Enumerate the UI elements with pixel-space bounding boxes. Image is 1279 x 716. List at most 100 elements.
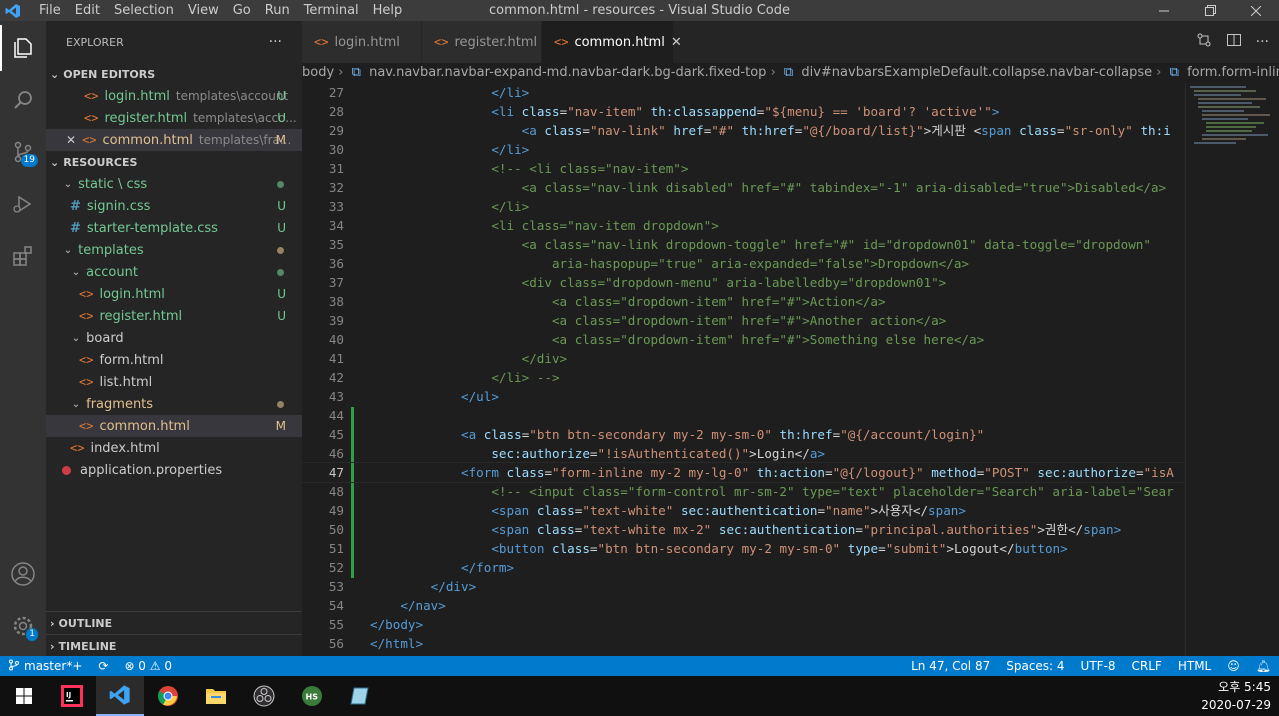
explorer-more-icon[interactable]: ···: [269, 34, 282, 50]
code-token: div: [445, 579, 469, 594]
encoding[interactable]: UTF-8: [1073, 659, 1124, 673]
menu-terminal[interactable]: Terminal: [297, 0, 366, 21]
notifications-bell-icon[interactable]: 🔔︎: [1248, 659, 1279, 673]
close-tab-icon[interactable]: ✕: [671, 35, 682, 50]
tree-folder-fragments[interactable]: ⌄ fragments: [46, 393, 302, 415]
intellij-icon[interactable]: IJ: [48, 676, 96, 716]
code-token: >사용자</: [870, 503, 929, 518]
code-token: button: [1014, 541, 1061, 556]
line-number: 32: [328, 180, 344, 195]
open-editors-section[interactable]: ⌄ OPEN EDITORS: [46, 63, 302, 85]
code-token: </: [370, 617, 386, 632]
symbol-icon: ⧉: [1169, 65, 1179, 80]
code-token: href: [673, 123, 704, 138]
tree-folder-static-css[interactable]: ⌄ static \ css: [46, 173, 302, 195]
file-explorer-icon[interactable]: [192, 676, 240, 716]
cursor-position[interactable]: Ln 47, Col 87: [903, 659, 998, 673]
windows-start-icon[interactable]: [0, 676, 48, 716]
menu-selection[interactable]: Selection: [107, 0, 181, 21]
code-line: 36 aria-haspopup="true" aria-expanded="f…: [302, 254, 1186, 273]
tab-common-html[interactable]: <> common.html ✕: [542, 21, 682, 63]
search-icon[interactable]: [0, 77, 46, 123]
code-token: <div class="dropdown-menu" aria-labelled…: [370, 275, 947, 290]
language-mode[interactable]: HTML: [1170, 659, 1219, 673]
breadcrumb-form[interactable]: form.form-inline.my-2.my-lg-0: [1187, 65, 1279, 80]
tree-file-signin-css[interactable]: # signin.css U: [46, 195, 302, 217]
indentation[interactable]: Spaces: 4: [998, 659, 1072, 673]
close-editor-icon[interactable]: ✕: [66, 133, 76, 147]
tree-file-index-html[interactable]: <> index.html: [46, 437, 302, 459]
tree-file-list-html[interactable]: <> list.html: [46, 371, 302, 393]
code-token: <a class="nav-link dropdown-toggle" href…: [370, 237, 1151, 252]
source-control-icon[interactable]: 19: [0, 129, 46, 175]
tree-folder-templates[interactable]: ⌄ templates: [46, 239, 302, 261]
minimap[interactable]: [1185, 83, 1279, 656]
menu-view[interactable]: View: [181, 0, 226, 21]
run-debug-icon[interactable]: [0, 181, 46, 227]
code-token: <a class="dropdown-item" href="#">Action…: [370, 294, 886, 309]
breadcrumb-nav[interactable]: nav.navbar.navbar-expand-md.navbar-dark.…: [369, 65, 766, 80]
branch-status[interactable]: master*+: [0, 659, 90, 673]
extensions-icon[interactable]: [0, 233, 46, 279]
open-editor-login[interactable]: <> login.html templates\account U: [46, 85, 302, 107]
account-icon[interactable]: [0, 551, 46, 597]
html-file-icon: <>: [554, 35, 569, 49]
code-line: 41 </div>: [302, 349, 1186, 368]
code-editor[interactable]: 27 </li> 28 <li class="nav-item" th:clas…: [302, 83, 1186, 656]
tree-file-login-html[interactable]: <> login.html U: [46, 283, 302, 305]
menu-go[interactable]: Go: [226, 0, 258, 21]
hs-app-icon[interactable]: HS: [288, 676, 336, 716]
timeline-section[interactable]: › TIMELINE: [46, 634, 302, 657]
split-editor-icon[interactable]: [1226, 32, 1242, 52]
vscode-icon[interactable]: [96, 676, 144, 716]
obs-icon[interactable]: [240, 676, 288, 716]
tree-folder-account[interactable]: ⌄ account: [46, 261, 302, 283]
feedback-icon[interactable]: ☺: [1219, 659, 1248, 673]
code-token: "POST": [984, 465, 1030, 480]
html-file-icon: <>: [79, 309, 94, 323]
tree-file-starter-css[interactable]: # starter-template.css U: [46, 217, 302, 239]
files-icon[interactable]: [0, 25, 46, 71]
settings-gear-icon[interactable]: 1: [0, 603, 46, 649]
breadcrumb-body[interactable]: body: [302, 65, 334, 80]
tree-file-application-properties[interactable]: application.properties: [46, 459, 302, 481]
line-number: 41: [328, 351, 344, 366]
line-number: 44: [328, 408, 344, 423]
chrome-icon[interactable]: [144, 676, 192, 716]
menu-file[interactable]: File: [32, 0, 68, 21]
menu-run[interactable]: Run: [258, 0, 297, 21]
open-changes-icon[interactable]: [1196, 32, 1212, 52]
open-editor-register[interactable]: <> register.html templates\acco... U: [46, 107, 302, 129]
resources-section[interactable]: ⌄ RESOURCES: [46, 151, 302, 173]
tab-login-html[interactable]: <> login.html: [302, 21, 422, 63]
tree-file-common-html[interactable]: <> common.html M: [46, 415, 302, 437]
close-window-icon[interactable]: [1233, 0, 1279, 21]
menu-edit[interactable]: Edit: [68, 0, 107, 21]
code-line: 52 </form>: [302, 558, 1186, 577]
tree-folder-board[interactable]: ⌄ board: [46, 327, 302, 349]
code-token: =: [582, 123, 590, 138]
more-actions-icon[interactable]: ···: [1256, 34, 1269, 50]
tree-file-form-html[interactable]: <> form.html: [46, 349, 302, 371]
breadcrumb-div[interactable]: div#navbarsExampleDefault.collapse.navba…: [801, 65, 1152, 80]
restore-icon[interactable]: [1187, 0, 1233, 21]
minimize-icon[interactable]: [1141, 0, 1187, 21]
tab-register-html[interactable]: <> register.html: [422, 21, 542, 63]
end-of-line[interactable]: CRLF: [1124, 659, 1170, 673]
notepad-icon[interactable]: [336, 676, 384, 716]
status-dot: [277, 400, 284, 408]
sync-icon[interactable]: ⟳: [90, 659, 116, 673]
code-token: class: [544, 123, 583, 138]
code-line: 37 <div class="dropdown-menu" aria-label…: [302, 273, 1186, 292]
open-editor-common[interactable]: ✕ <> common.html templates\fra... M: [46, 129, 302, 151]
menu-help[interactable]: Help: [366, 0, 410, 21]
code-token: <: [370, 465, 469, 480]
code-token: li: [498, 104, 515, 119]
problems-status[interactable]: ⊗ 0 ⚠ 0: [116, 659, 180, 673]
system-clock[interactable]: 오후 5:45 2020-07-29: [1201, 678, 1271, 714]
code-token: =: [1057, 123, 1065, 138]
tree-file-register-html[interactable]: <> register.html U: [46, 305, 302, 327]
outline-section[interactable]: › OUTLINE: [46, 611, 302, 634]
code-line: 42 </li> -->: [302, 368, 1186, 387]
